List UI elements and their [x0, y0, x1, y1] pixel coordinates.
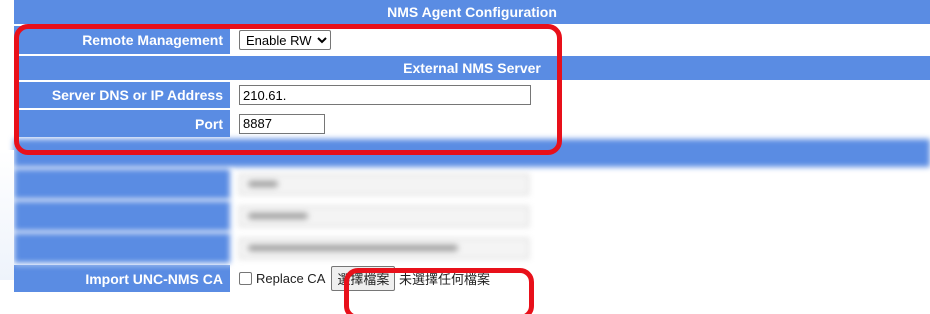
file-status-text: 未選擇任何檔案 [399, 272, 491, 287]
redacted-field[interactable] [239, 237, 529, 259]
choose-file-button[interactable]: 選擇檔案 [331, 266, 396, 291]
replace-ca-checkbox[interactable] [239, 272, 252, 285]
port-label: Port [14, 110, 233, 139]
redacted-label [14, 169, 233, 201]
section-title: NMS Agent Configuration [14, 0, 930, 26]
remote-management-select[interactable]: Enable RW [239, 30, 331, 50]
nms-config-panel: NMS Agent Configuration Remote Managemen… [0, 0, 930, 314]
redacted-label [14, 233, 233, 265]
redacted-section-header [14, 139, 930, 169]
port-input[interactable] [239, 113, 325, 134]
redacted-label [14, 201, 233, 233]
server-dns-label: Server DNS or IP Address [14, 82, 233, 110]
external-server-title: External NMS Server [14, 56, 930, 82]
redacted-field[interactable] [239, 205, 529, 227]
replace-ca-label: Replace CA [256, 271, 326, 286]
server-dns-input[interactable] [239, 85, 531, 105]
redacted-field[interactable] [239, 173, 529, 195]
remote-management-label: Remote Management [14, 26, 233, 56]
import-ca-label: Import UNC-NMS CA [14, 265, 233, 294]
config-table: NMS Agent Configuration Remote Managemen… [14, 0, 930, 294]
blur-edge [0, 150, 14, 280]
